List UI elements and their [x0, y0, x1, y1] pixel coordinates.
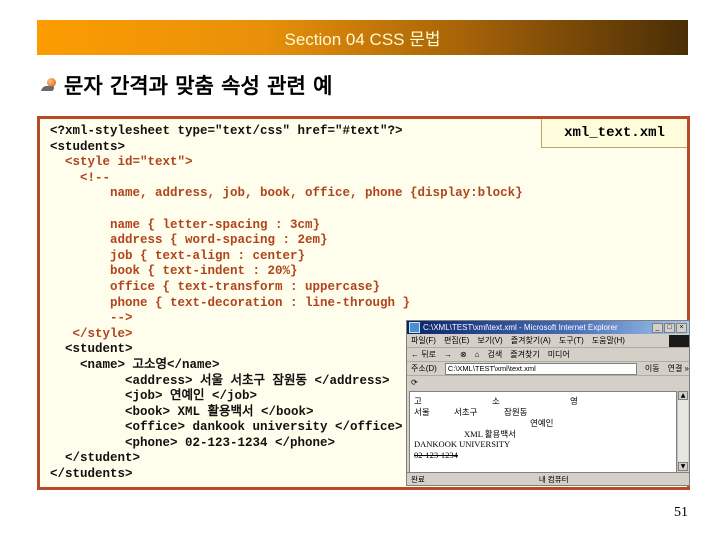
page-number: 51	[674, 505, 688, 520]
code-line: <students>	[50, 139, 126, 154]
rendered-phone: 02-123-1234	[414, 450, 458, 460]
browser-title-bar: C:\XML\TEST\xml\text.xml - Microsoft Int…	[407, 321, 689, 334]
menu-favorites[interactable]: 즐겨찾기(A)	[511, 335, 551, 346]
rendered-address-word-3: 잠원동	[504, 407, 528, 417]
status-done: 완료	[411, 474, 425, 484]
code-line: name, address, job, book, office, phone …	[50, 186, 523, 201]
forward-button[interactable]: →	[444, 350, 452, 359]
maximize-button[interactable]: □	[664, 322, 675, 333]
file-name-text: xml_text.xml	[564, 125, 665, 141]
browser-status-bar: 완료 내 컴퓨터	[407, 472, 689, 485]
home-button[interactable]: ⌂	[475, 350, 480, 359]
code-line: <!--	[50, 170, 111, 185]
slide-title: 문자 간격과 맞춤 속성 관련 예	[40, 70, 333, 100]
code-example-box: xml_text.xml <?xml-stylesheet type="text…	[37, 116, 690, 490]
menu-tools[interactable]: 도구(T)	[559, 335, 584, 346]
rendered-office: DANKOOK UNIVERSITY	[414, 439, 511, 449]
favorites-button[interactable]: 즐겨찾기	[510, 349, 539, 360]
status-zone: 내 컴퓨터	[538, 474, 569, 484]
back-button[interactable]: ← 뒤로	[411, 349, 436, 360]
refresh-icon[interactable]: ⟳	[411, 378, 418, 387]
links-button[interactable]: 연결 »	[668, 363, 689, 374]
menu-help[interactable]: 도움말(H)	[592, 335, 625, 346]
code-line: book { text-indent : 20%}	[50, 264, 298, 279]
browser-address-bar: 주소(D) C:\XML\TEST\xml\text.xml 이동 연결 »	[407, 362, 689, 376]
rendered-name-char-2: 소	[492, 396, 500, 406]
code-line: <style id="text">	[50, 155, 193, 170]
browser-window-screenshot: C:\XML\TEST\xml\text.xml - Microsoft Int…	[406, 320, 690, 486]
go-button[interactable]: 이동	[645, 363, 660, 374]
rendered-name-char-3: 영	[570, 396, 578, 406]
close-button[interactable]: ×	[676, 322, 687, 333]
code-line: name { letter-spacing : 3cm}	[50, 217, 321, 232]
rendered-address-word-1: 서울	[414, 407, 430, 417]
file-name-label: xml_text.xml	[541, 119, 687, 148]
section-header-bar: Section 04 CSS 문법	[37, 20, 688, 55]
menu-file[interactable]: 파일(F)	[411, 335, 436, 346]
browser-toolbar: ← 뒤로 → ⊗ ⌂ 검색 즐겨찾기 미디어	[407, 348, 689, 362]
menu-view[interactable]: 보기(V)	[477, 335, 502, 346]
rendered-job: 연예인	[530, 418, 554, 428]
slide-title-text: 문자 간격과 맞춤 속성 관련 예	[64, 74, 333, 98]
browser-links-row: ⟳	[407, 376, 689, 389]
minimize-button[interactable]: _	[652, 322, 663, 333]
windows-logo-icon	[669, 334, 689, 347]
code-line: address { word-spacing : 2em}	[50, 233, 328, 248]
code-line: office { text-transform : uppercase}	[50, 279, 381, 294]
code-line: job { text-align : center}	[50, 248, 306, 263]
menu-edit[interactable]: 편집(E)	[444, 335, 469, 346]
address-label: 주소(D)	[411, 364, 437, 373]
scroll-up-icon[interactable]: ▲	[678, 391, 688, 400]
browser-title-text: C:\XML\TEST\xml\text.xml - Microsoft Int…	[423, 323, 618, 332]
code-line: phone { text-decoration : line-through }	[50, 295, 411, 310]
media-button[interactable]: 미디어	[548, 349, 570, 360]
browser-menu-bar: 파일(F) 편집(E) 보기(V) 즐겨찾기(A) 도구(T) 도움말(H)	[407, 334, 689, 348]
vertical-scrollbar[interactable]: ▲ ▼	[677, 391, 688, 471]
rendered-address-word-2: 서초구	[454, 407, 478, 417]
address-input[interactable]: C:\XML\TEST\xml\text.xml	[444, 362, 637, 375]
browser-content-area: 고 소 영 서울 서초구 잠원동 연예인 XML 활용백서 DANKOOK UN…	[409, 391, 677, 473]
code-line: <?xml-stylesheet type="text/css" href="#…	[50, 124, 403, 138]
stop-button[interactable]: ⊗	[460, 350, 467, 359]
person-bullet-icon	[40, 77, 58, 93]
search-button[interactable]: 검색	[488, 349, 503, 360]
ie-app-icon	[409, 322, 420, 333]
section-title: Section 04 CSS 문법	[284, 30, 441, 49]
scroll-down-icon[interactable]: ▼	[678, 462, 688, 471]
